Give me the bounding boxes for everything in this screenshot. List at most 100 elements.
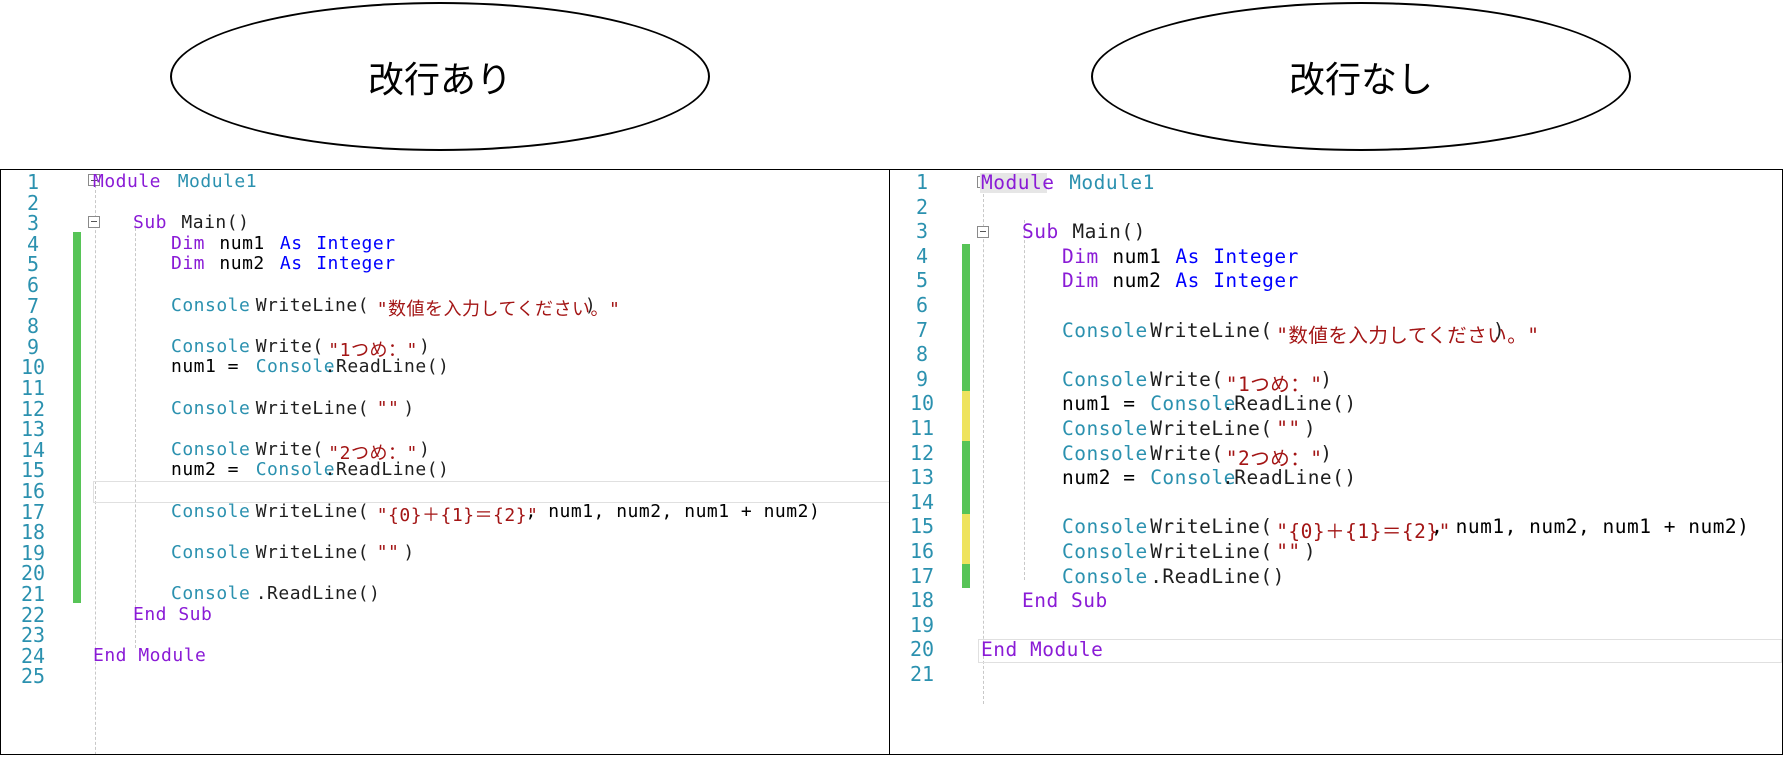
change-indicator [962,489,970,515]
change-indicator [73,417,81,438]
line-number: 24 [20,643,46,668]
line-number: 7 [26,293,40,318]
collapse-toggle[interactable] [977,225,989,238]
paren: ) [1303,540,1317,563]
line-number: 2 [915,194,929,219]
variable-num1: num1 [219,232,265,254]
method-write: Write( [255,438,324,460]
keyword-dim: Dim [1062,244,1099,268]
method-writeline: WriteLine( [255,500,370,522]
keyword-sub: Sub [1022,220,1059,244]
class-console: Console [1062,564,1148,588]
method-writeline: WriteLine( [1150,318,1273,342]
change-indicator [73,561,81,582]
method-main: Main() [1072,220,1146,244]
change-indicator [73,458,81,479]
change-indicator [73,273,81,294]
string-literal: "数値を入力してください。" [376,298,621,320]
class-console: Console [1062,441,1148,465]
paren: ) [419,335,431,357]
string-literal: "{0}＋{1}＝{2}" [376,504,539,526]
change-indicator [73,376,81,397]
change-indicator [962,366,970,392]
change-indicator [962,243,970,269]
line-number: 4 [915,243,929,268]
line-number: 6 [26,273,40,297]
method-writeline: WriteLine( [255,541,370,563]
keyword-end-module: End Module [981,638,1104,662]
code-line: 21 [890,662,1782,687]
indent-guide [95,180,96,754]
class-console: Console [171,438,251,460]
line-number: 17 [20,499,46,524]
method-writeline: WriteLine( [1150,417,1273,440]
change-indicator [962,539,970,564]
line-number: 21 [909,662,935,686]
class-console: Console [171,335,251,357]
change-indicator [962,317,970,343]
keyword-module: Module [981,171,1055,194]
line-number: 13 [909,465,935,490]
code-editor-right[interactable]: 1 2 3 4 5 6 7 8 9 10 11 12 13 14 15 16 17 18 19 20 21 Module M… [889,169,1783,755]
class-console: Console [171,397,251,419]
class-console: Console [1062,417,1148,440]
code-line: 2 [890,195,1782,220]
keyword-as: As [1175,244,1200,268]
change-indicator [73,252,81,273]
line-number: 21 [20,582,46,606]
keyword-end-module: End Module [93,644,207,666]
collapse-toggle[interactable] [88,215,100,228]
class-console: Console [255,356,336,378]
keyword-end-sub: End Sub [1022,589,1108,613]
line-number: 11 [909,416,935,440]
string-literal: "{0}＋{1}＝{2}" [1276,520,1451,544]
code-editor-left[interactable]: 1 2 3 4 5 6 7 8 9 10 11 12 13 14 15 16 17 18 19 20 21 22 23 24 2… [0,169,891,755]
line-number: 2 [26,190,40,215]
method-write: Write( [1150,441,1224,465]
keyword-end-sub: End Sub [133,603,213,625]
type-integer: Integer [1213,269,1299,293]
type-integer: Integer [316,232,396,254]
change-indicator [962,268,970,293]
line-number: 3 [915,219,929,244]
code-line: 19 [890,613,1782,638]
indent-guide [135,218,136,648]
line-number: 9 [915,366,929,391]
class-console: Console [171,583,251,604]
type-integer: Integer [316,253,396,275]
line-number: 20 [20,561,46,586]
variable-num1: num1 [1112,244,1162,268]
line-number: 20 [909,637,935,662]
change-indicator [73,231,81,253]
line-number: 6 [915,293,929,317]
code-line: 25 [1,664,890,686]
paren: ) [403,541,415,563]
arguments: , num1, num2, num1 + num2) [1431,515,1750,539]
paren: ) [1320,367,1333,391]
line-number: 19 [909,612,935,637]
line-number: 18 [20,520,46,545]
change-indicator [73,499,81,521]
paren: ) [1492,318,1506,342]
change-indicator [962,416,970,441]
change-indicator [962,293,970,318]
paren: ) [1303,417,1317,440]
keyword-sub: Sub [133,212,168,234]
line-number: 22 [20,602,46,627]
class-console: Console [255,459,336,481]
method-writeline: WriteLine( [255,294,370,316]
assignment-num2: num2 = [171,459,240,481]
indent-guide [1024,220,1025,580]
module-name: Module1 [1069,171,1155,194]
line-number: 19 [20,540,46,565]
change-indicator [962,342,970,367]
code-line: 2 [1,190,890,215]
keyword-dim: Dim [171,232,206,254]
line-number: 7 [915,317,929,342]
method-writeline: WriteLine( [255,397,370,419]
label-with-line-breaks: 改行あり [170,2,710,151]
line-number: 3 [26,211,40,236]
paren: ) [419,438,431,460]
assignment-num1: num1 = [171,356,240,378]
method-writeline: WriteLine( [1150,540,1273,563]
